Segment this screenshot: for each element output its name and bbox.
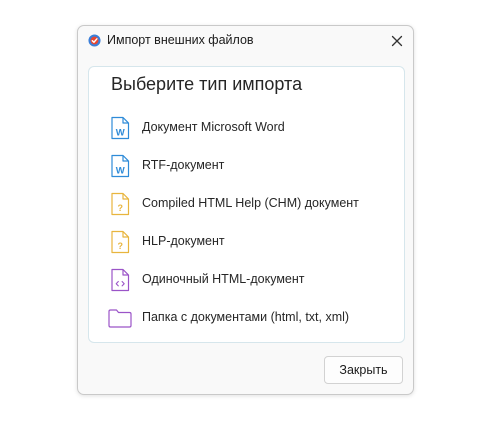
folder-icon xyxy=(108,309,132,328)
import-option-rtf[interactable]: W RTF-документ xyxy=(107,151,387,181)
html-document-icon xyxy=(111,268,130,292)
import-option-word[interactable]: W Документ Microsoft Word xyxy=(107,113,387,143)
svg-text:W: W xyxy=(116,166,125,177)
import-type-panel: Выберите тип импорта W Документ Microsof… xyxy=(88,66,405,343)
import-option-html[interactable]: Одиночный HTML-документ xyxy=(107,265,387,295)
close-button[interactable]: Закрыть xyxy=(324,356,403,384)
import-option-label: Документ Microsoft Word xyxy=(142,120,285,134)
import-option-hlp[interactable]: ? HLP-документ xyxy=(107,227,387,257)
import-option-label: Одиночный HTML-документ xyxy=(142,272,305,286)
import-option-label: Папка с документами (html, txt, xml) xyxy=(142,310,350,324)
import-option-folder[interactable]: Папка с документами (html, txt, xml) xyxy=(107,303,387,333)
chm-document-icon: ? xyxy=(111,192,130,216)
title-bar: Импорт внешних файлов xyxy=(78,26,413,56)
panel-heading: Выберите тип импорта xyxy=(111,74,303,94)
close-icon xyxy=(391,35,403,47)
close-window-button[interactable] xyxy=(387,31,407,51)
import-option-label: HLP-документ xyxy=(142,234,225,248)
svg-text:?: ? xyxy=(117,203,123,213)
svg-text:W: W xyxy=(116,128,125,139)
import-option-chm[interactable]: ? Compiled HTML Help (CHM) документ xyxy=(107,189,387,219)
window-title: Импорт внешних файлов xyxy=(107,33,254,47)
import-option-label: Compiled HTML Help (CHM) документ xyxy=(142,196,359,210)
word-document-icon: W xyxy=(111,116,130,140)
app-logo-icon xyxy=(88,34,101,47)
hlp-document-icon: ? xyxy=(111,230,130,254)
svg-text:?: ? xyxy=(117,241,123,251)
rtf-document-icon: W xyxy=(111,154,130,178)
import-option-label: RTF-документ xyxy=(142,158,225,172)
import-dialog: Импорт внешних файлов Выберите тип импор… xyxy=(77,25,414,395)
